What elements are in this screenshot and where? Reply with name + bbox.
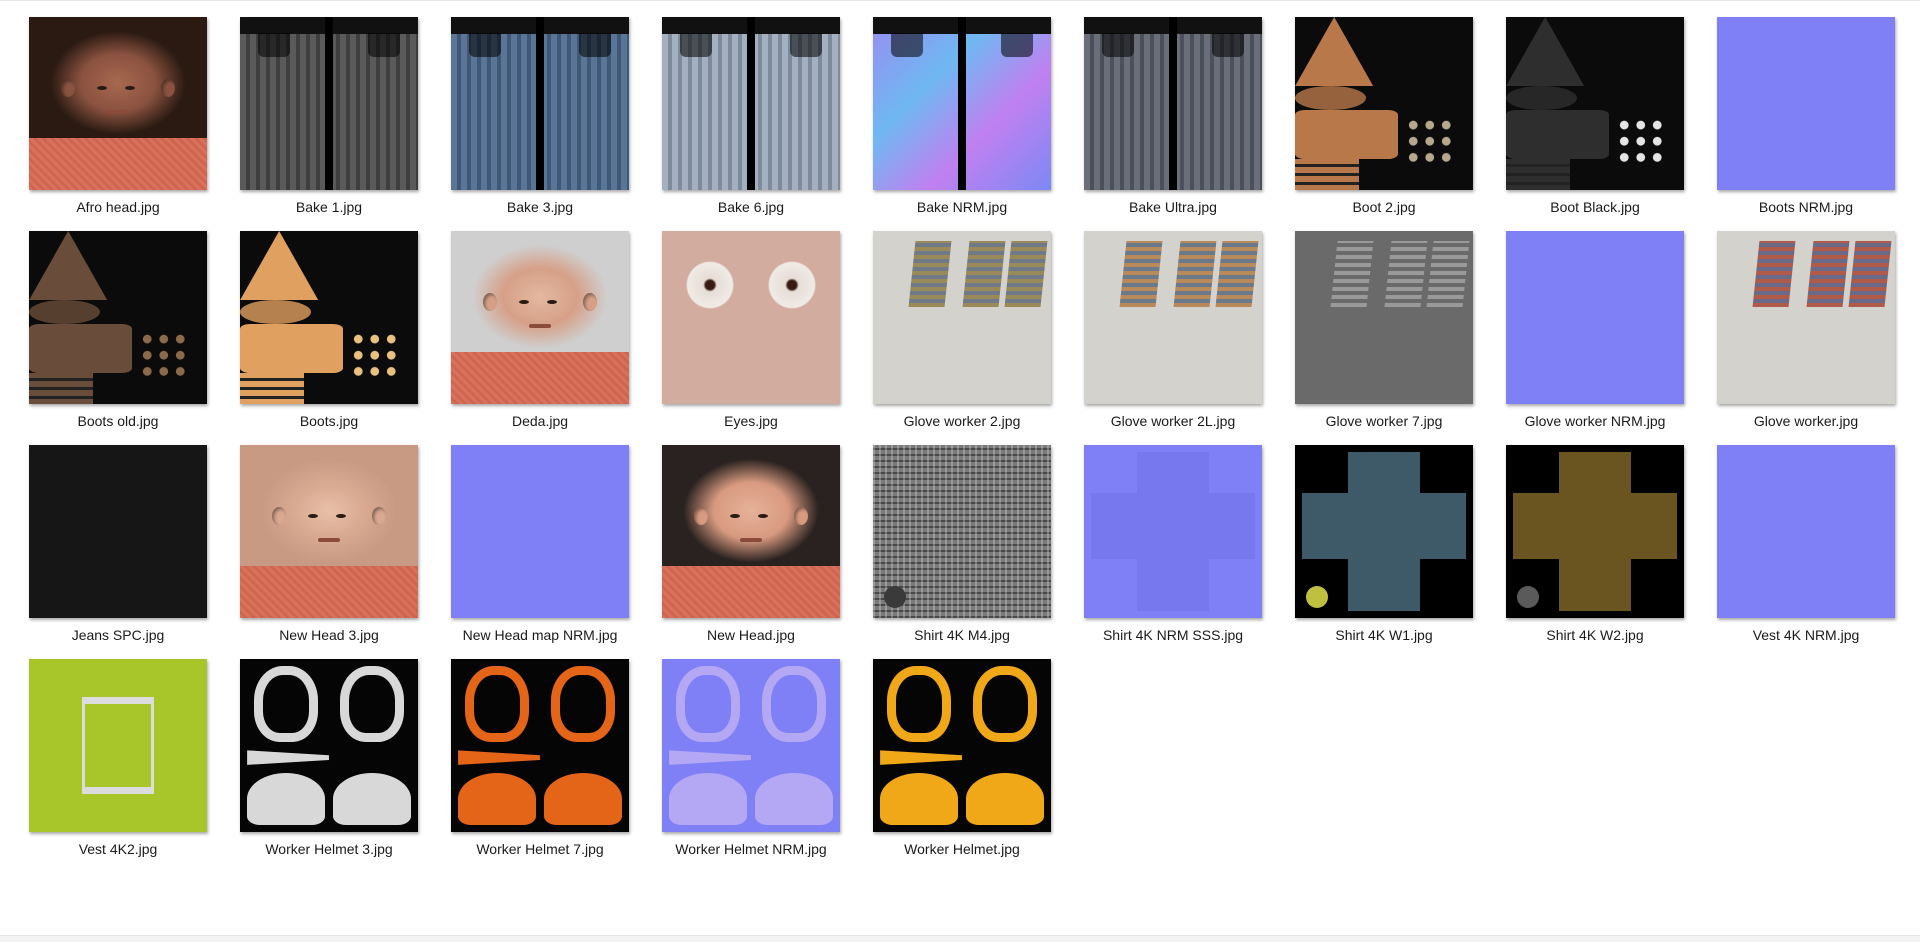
- file-name-label: Vest 4K2.jpg: [78, 841, 158, 857]
- file-name-label: Shirt 4K M4.jpg: [914, 627, 1010, 643]
- file-thumbnail[interactable]: [662, 445, 840, 618]
- file-explorer-content-pane: Afro head.jpg Bake 1.jpg Bake 3.jpg Bake 6.…: [0, 0, 1920, 942]
- file-name-label: Shirt 4K W1.jpg: [1335, 627, 1433, 643]
- file-thumbnail[interactable]: [1506, 17, 1684, 190]
- file-name-label: Bake NRM.jpg: [916, 199, 1008, 215]
- file-thumbnail[interactable]: [873, 231, 1051, 404]
- file-name-label: Worker Helmet.jpg: [904, 841, 1020, 857]
- file-thumbnail[interactable]: [451, 231, 629, 404]
- file-name-label: Bake 6.jpg: [717, 199, 785, 215]
- file-thumbnail[interactable]: [240, 231, 418, 404]
- file-name-label: New Head map NRM.jpg: [462, 627, 618, 643]
- file-name-label: Glove worker.jpg: [1753, 413, 1859, 429]
- file-name-label: Worker Helmet 3.jpg: [265, 841, 393, 857]
- file-name-label: Glove worker NRM.jpg: [1524, 413, 1666, 429]
- file-thumbnail[interactable]: [1084, 17, 1262, 190]
- file-item[interactable]: Glove worker.jpg: [1717, 231, 1895, 429]
- file-thumbnail[interactable]: [29, 445, 207, 618]
- file-thumbnail[interactable]: [29, 17, 207, 190]
- file-name-label: Boots NRM.jpg: [1758, 199, 1854, 215]
- file-thumbnail[interactable]: [873, 17, 1051, 190]
- file-name-label: New Head.jpg: [707, 627, 795, 643]
- file-name-label: Glove worker 2.jpg: [903, 413, 1021, 429]
- file-name-label: Glove worker 2L.jpg: [1110, 413, 1236, 429]
- file-thumbnail[interactable]: [1295, 231, 1473, 404]
- file-item[interactable]: Vest 4K2.jpg: [29, 659, 207, 857]
- file-item[interactable]: Bake 6.jpg: [662, 17, 840, 215]
- file-item[interactable]: Deda.jpg: [451, 231, 629, 429]
- file-item[interactable]: Boots.jpg: [240, 231, 418, 429]
- file-name-label: Shirt 4K W2.jpg: [1546, 627, 1644, 643]
- file-name-label: Boots.jpg: [299, 413, 359, 429]
- file-thumbnail[interactable]: [1717, 445, 1895, 618]
- file-thumbnail[interactable]: [29, 659, 207, 832]
- file-name-label: Bake Ultra.jpg: [1129, 199, 1217, 215]
- file-thumbnail[interactable]: [451, 17, 629, 190]
- file-thumbnail[interactable]: [1084, 445, 1262, 618]
- file-thumbnail[interactable]: [451, 659, 629, 832]
- file-name-label: Boot 2.jpg: [1352, 199, 1416, 215]
- file-item[interactable]: Boots old.jpg: [29, 231, 207, 429]
- file-item[interactable]: Glove worker 2L.jpg: [1084, 231, 1262, 429]
- file-thumbnail[interactable]: [1506, 231, 1684, 404]
- file-name-label: Afro head.jpg: [76, 199, 160, 215]
- file-thumbnail[interactable]: [240, 17, 418, 190]
- file-item[interactable]: Worker Helmet.jpg: [873, 659, 1051, 857]
- file-item[interactable]: Vest 4K NRM.jpg: [1717, 445, 1895, 643]
- file-thumbnail[interactable]: [1717, 17, 1895, 190]
- file-item[interactable]: Glove worker NRM.jpg: [1506, 231, 1684, 429]
- file-thumbnail[interactable]: [1717, 231, 1895, 404]
- file-name-label: Jeans SPC.jpg: [71, 627, 165, 643]
- file-thumbnail[interactable]: [240, 659, 418, 832]
- file-item[interactable]: Shirt 4K M4.jpg: [873, 445, 1051, 643]
- file-item[interactable]: Jeans SPC.jpg: [29, 445, 207, 643]
- file-item[interactable]: Glove worker 7.jpg: [1295, 231, 1473, 429]
- file-item[interactable]: Bake 1.jpg: [240, 17, 418, 215]
- file-thumbnail[interactable]: [1295, 17, 1473, 190]
- file-item[interactable]: Worker Helmet NRM.jpg: [662, 659, 840, 857]
- status-bar: [0, 935, 1920, 942]
- file-thumbnail[interactable]: [1084, 231, 1262, 404]
- file-item[interactable]: New Head map NRM.jpg: [451, 445, 629, 643]
- file-name-label: Worker Helmet NRM.jpg: [675, 841, 827, 857]
- file-thumbnail[interactable]: [1506, 445, 1684, 618]
- file-item[interactable]: Shirt 4K W1.jpg: [1295, 445, 1473, 643]
- file-item[interactable]: Glove worker 2.jpg: [873, 231, 1051, 429]
- file-name-label: Bake 1.jpg: [295, 199, 363, 215]
- file-name-label: Worker Helmet 7.jpg: [476, 841, 604, 857]
- file-name-label: Shirt 4K NRM SSS.jpg: [1102, 627, 1244, 643]
- file-item[interactable]: Shirt 4K W2.jpg: [1506, 445, 1684, 643]
- file-name-label: New Head 3.jpg: [279, 627, 379, 643]
- file-item[interactable]: Bake 3.jpg: [451, 17, 629, 215]
- file-item[interactable]: Bake Ultra.jpg: [1084, 17, 1262, 215]
- file-thumbnail[interactable]: [240, 445, 418, 618]
- file-item[interactable]: Boots NRM.jpg: [1717, 17, 1895, 215]
- file-thumbnail[interactable]: [662, 17, 840, 190]
- file-item[interactable]: New Head.jpg: [662, 445, 840, 643]
- file-item[interactable]: Bake NRM.jpg: [873, 17, 1051, 215]
- file-item[interactable]: Worker Helmet 7.jpg: [451, 659, 629, 857]
- file-name-label: Deda.jpg: [511, 413, 569, 429]
- file-name-label: Boot Black.jpg: [1550, 199, 1640, 215]
- file-thumbnail[interactable]: [451, 445, 629, 618]
- file-name-label: Glove worker 7.jpg: [1325, 413, 1443, 429]
- file-thumbnail[interactable]: [873, 659, 1051, 832]
- file-thumbnail[interactable]: [29, 231, 207, 404]
- file-thumbnail[interactable]: [662, 231, 840, 404]
- file-thumbnail[interactable]: [662, 659, 840, 832]
- file-thumbnail[interactable]: [1295, 445, 1473, 618]
- file-item[interactable]: Eyes.jpg: [662, 231, 840, 429]
- file-name-label: Eyes.jpg: [724, 413, 778, 429]
- file-name-label: Vest 4K NRM.jpg: [1752, 627, 1860, 643]
- file-name-label: Bake 3.jpg: [506, 199, 574, 215]
- file-name-label: Boots old.jpg: [77, 413, 159, 429]
- file-item[interactable]: Shirt 4K NRM SSS.jpg: [1084, 445, 1262, 643]
- file-grid: Afro head.jpg Bake 1.jpg Bake 3.jpg Bake 6.…: [29, 17, 1895, 857]
- file-item[interactable]: Boot Black.jpg: [1506, 17, 1684, 215]
- file-item[interactable]: Worker Helmet 3.jpg: [240, 659, 418, 857]
- file-item[interactable]: New Head 3.jpg: [240, 445, 418, 643]
- file-item[interactable]: Afro head.jpg: [29, 17, 207, 215]
- file-item[interactable]: Boot 2.jpg: [1295, 17, 1473, 215]
- file-thumbnail[interactable]: [873, 445, 1051, 618]
